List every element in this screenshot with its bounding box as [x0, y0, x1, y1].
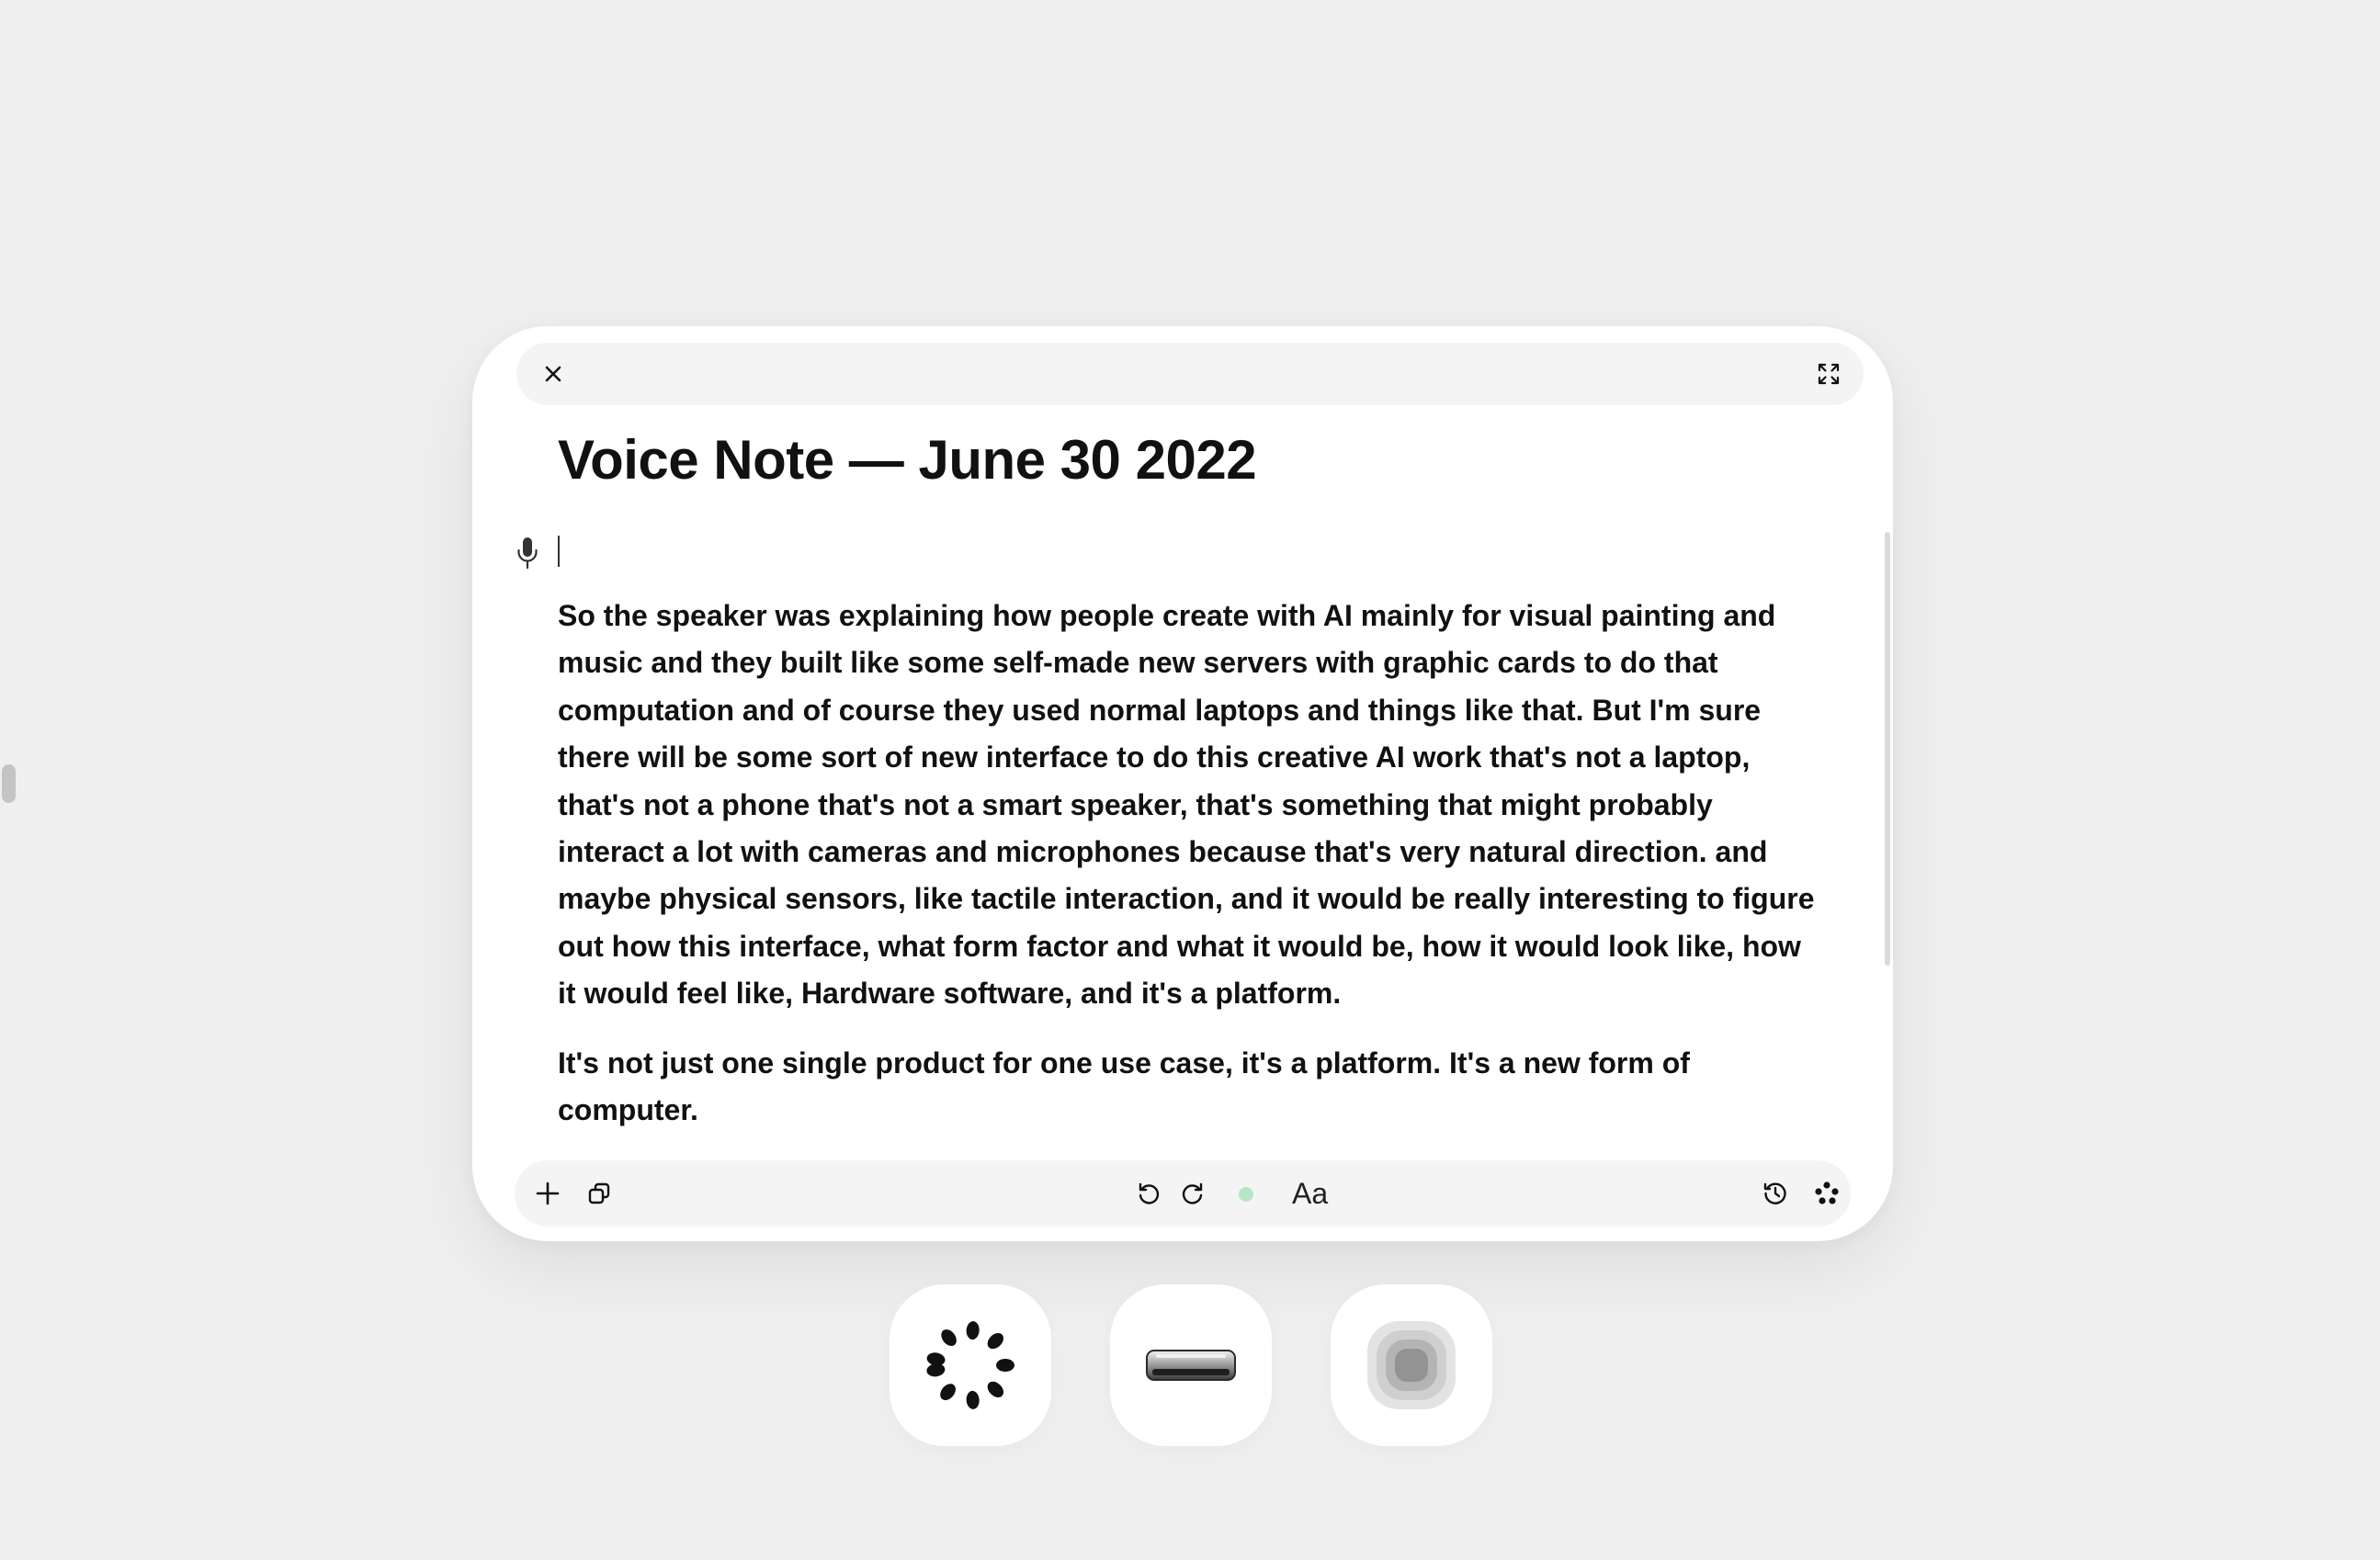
- transcript-paragraph: It's not just one single product for one…: [558, 1046, 1690, 1127]
- scrollbar[interactable]: [1885, 532, 1890, 966]
- transcript-body[interactable]: So the speaker was explaining how people…: [558, 593, 1826, 1156]
- dock-item-concentric[interactable]: [1331, 1284, 1492, 1446]
- expand-icon: [1818, 363, 1840, 385]
- device-bar-icon: [1146, 1350, 1236, 1381]
- duplicate-button[interactable]: [581, 1175, 618, 1212]
- text-caret: [558, 536, 560, 567]
- redo-icon: [1182, 1182, 1203, 1204]
- history-icon: [1763, 1182, 1786, 1204]
- plus-icon: [536, 1181, 560, 1205]
- voice-note-window: Voice Note — June 30 2022 So the speaker…: [472, 326, 1893, 1241]
- dock-item-petal-ring[interactable]: [890, 1284, 1051, 1446]
- concentric-square-icon: [1367, 1321, 1456, 1409]
- undo-icon: [1139, 1182, 1160, 1204]
- dots-cluster-icon: [1815, 1181, 1839, 1204]
- expand-button[interactable]: [1810, 356, 1847, 392]
- title-bar: [516, 343, 1864, 405]
- transcript-paragraph: So the speaker was explaining how people…: [558, 599, 1815, 1011]
- more-button[interactable]: [1808, 1175, 1845, 1212]
- undo-button[interactable]: [1130, 1175, 1167, 1212]
- dock-item-device[interactable]: [1110, 1284, 1272, 1446]
- microphone-icon[interactable]: [515, 536, 540, 571]
- font-style-button[interactable]: Aa: [1292, 1173, 1328, 1214]
- close-icon: [545, 366, 561, 382]
- petal-ring-icon: [926, 1321, 1014, 1409]
- stage: Voice Note — June 30 2022 So the speaker…: [0, 0, 2380, 1560]
- history-button[interactable]: [1757, 1175, 1794, 1212]
- recording-status-dot: [1239, 1187, 1253, 1202]
- add-button[interactable]: [529, 1175, 566, 1212]
- note-title[interactable]: Voice Note — June 30 2022: [558, 427, 1257, 493]
- side-drag-handle[interactable]: [2, 764, 16, 803]
- redo-button[interactable]: [1174, 1175, 1211, 1212]
- bottom-toolbar: Aa: [515, 1160, 1851, 1227]
- duplicate-icon: [588, 1182, 610, 1204]
- close-button[interactable]: [535, 356, 572, 392]
